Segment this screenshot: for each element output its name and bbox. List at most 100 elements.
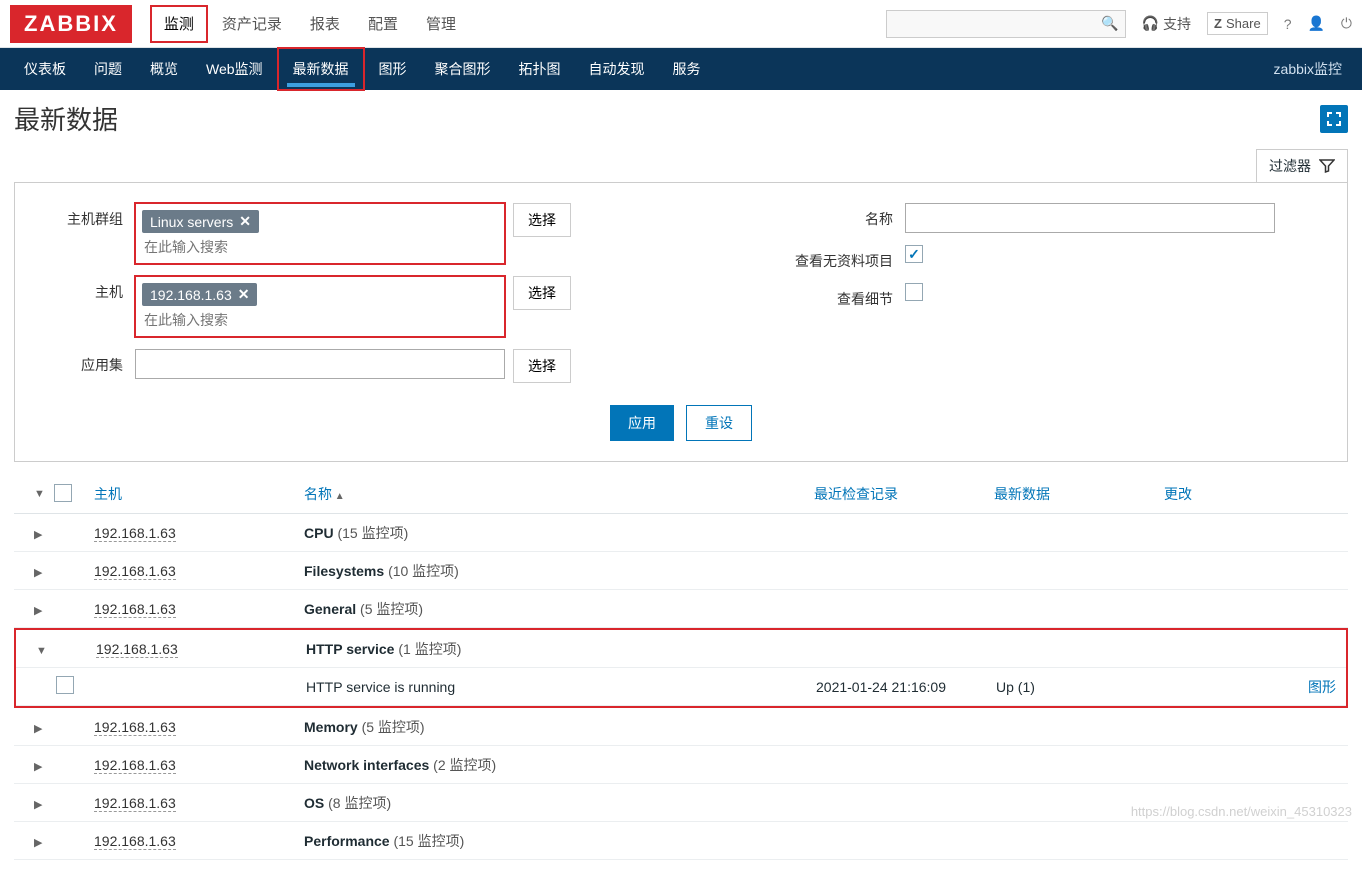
group-name: General	[304, 601, 356, 617]
hostgroup-search-input[interactable]	[140, 235, 500, 259]
th-last-check[interactable]: 最近检查记录	[814, 484, 994, 505]
table-item-row: HTTP service is running2021-01-24 21:16:…	[16, 668, 1346, 706]
search-icon[interactable]: 🔍	[1101, 15, 1118, 32]
subnav-item-6[interactable]: 聚合图形	[421, 48, 505, 90]
host-link[interactable]: 192.168.1.63	[94, 795, 176, 812]
table-group-row: ▼192.168.1.63HTTP service (1 监控项)	[16, 630, 1346, 668]
reset-button[interactable]: 重设	[686, 405, 752, 441]
host-link[interactable]: 192.168.1.63	[96, 641, 178, 658]
apply-button[interactable]: 应用	[610, 405, 674, 441]
host-tag[interactable]: 192.168.1.63 ✕	[142, 283, 257, 306]
table-group-row: ▶ 192.168.1.63 CPU (15 监控项)	[14, 514, 1348, 552]
expand-icon[interactable]: ▶	[24, 761, 42, 773]
app-select-button[interactable]: 选择	[513, 349, 571, 383]
subnav-item-8[interactable]: 自动发现	[575, 48, 659, 90]
host-link[interactable]: 192.168.1.63	[94, 833, 176, 850]
name-input[interactable]	[905, 203, 1275, 233]
subnav-item-4[interactable]: 最新数据	[277, 47, 365, 91]
host-link[interactable]: 192.168.1.63	[94, 601, 176, 618]
hostgroup-select-button[interactable]: 选择	[513, 203, 571, 237]
th-host[interactable]: 主机	[94, 484, 304, 505]
host-link[interactable]: 192.168.1.63	[94, 719, 176, 736]
subnav-item-0[interactable]: 仪表板	[10, 48, 80, 90]
share-icon: Z	[1214, 16, 1222, 31]
subnav-item-2[interactable]: 概览	[136, 48, 192, 90]
show-detail-label: 查看细节	[765, 283, 905, 309]
th-latest-data[interactable]: 最新数据	[994, 484, 1164, 505]
host-label: 主机	[45, 276, 135, 302]
top-tab-4[interactable]: 管理	[412, 0, 470, 47]
table-group-row: ▶192.168.1.63OS (8 监控项)	[14, 784, 1348, 822]
share-button[interactable]: Z Share	[1207, 12, 1268, 35]
th-name[interactable]: 名称	[304, 484, 814, 505]
group-name: Memory	[304, 719, 358, 735]
fullscreen-button[interactable]	[1320, 105, 1348, 133]
hostgroup-tag[interactable]: Linux servers ✕	[142, 210, 259, 233]
expand-icon[interactable]: ▶	[24, 837, 42, 849]
host-link[interactable]: 192.168.1.63	[94, 563, 176, 580]
item-latest-data: Up (1)	[996, 679, 1166, 695]
select-all-checkbox[interactable]	[54, 484, 72, 502]
group-name: Filesystems	[304, 563, 384, 579]
host-select-button[interactable]: 选择	[513, 276, 571, 310]
expand-icon[interactable]: ▶	[24, 529, 42, 541]
table-group-row: ▶192.168.1.63Memory (5 监控项)	[14, 708, 1348, 746]
group-count: (15 监控项)	[393, 833, 464, 849]
headset-icon: 🎧	[1142, 15, 1159, 32]
host-multiselect[interactable]: 192.168.1.63 ✕	[135, 276, 505, 337]
expand-icon[interactable]: ▶	[24, 723, 42, 735]
host-link[interactable]: 192.168.1.63	[94, 757, 176, 774]
show-empty-checkbox[interactable]	[905, 245, 923, 263]
support-link[interactable]: 🎧 支持	[1142, 14, 1191, 34]
search-input[interactable]	[893, 16, 1102, 31]
group-count: (10 监控项)	[388, 563, 459, 579]
global-search[interactable]: 🔍	[886, 10, 1126, 38]
group-name: Performance	[304, 833, 390, 849]
table-group-row: ▶ 192.168.1.63 Filesystems (10 监控项)	[14, 552, 1348, 590]
top-tab-3[interactable]: 配置	[354, 0, 412, 47]
top-tab-0[interactable]: 监测	[150, 5, 208, 43]
subnav-item-3[interactable]: Web监测	[192, 48, 277, 90]
expand-icon[interactable]: ▶	[24, 567, 42, 579]
subnav-item-7[interactable]: 拓扑图	[505, 48, 575, 90]
power-icon[interactable]: ⏻	[1341, 15, 1352, 32]
expand-icon[interactable]: ▶	[24, 605, 42, 617]
table-group-row: ▶ 192.168.1.63 Performance (15 监控项)	[14, 822, 1348, 860]
data-table: ▼ 主机 名称 最近检查记录 最新数据 更改 ▶ 192.168.1.63 CPU …	[14, 476, 1348, 860]
funnel-icon	[1319, 158, 1335, 174]
group-count: (15 监控项)	[337, 525, 408, 541]
collapse-all-icon[interactable]: ▼	[24, 488, 45, 500]
user-icon[interactable]: 👤	[1307, 15, 1324, 32]
topbar: ZABBIX 监测资产记录报表配置管理 🔍 🎧 支持 Z Share ? 👤 ⏻	[0, 0, 1362, 48]
subnav-item-1[interactable]: 问题	[80, 48, 136, 90]
group-name: CPU	[304, 525, 334, 541]
app-input[interactable]	[135, 349, 505, 379]
logo: ZABBIX	[10, 5, 132, 43]
subnav-item-5[interactable]: 图形	[365, 48, 421, 90]
expand-icon	[1326, 111, 1342, 127]
table-header: ▼ 主机 名称 最近检查记录 最新数据 更改	[14, 476, 1348, 514]
remove-tag-icon[interactable]: ✕	[238, 286, 250, 303]
help-icon[interactable]: ?	[1284, 16, 1292, 32]
hostgroup-multiselect[interactable]: Linux servers ✕	[135, 203, 505, 264]
page-header: 最新数据	[14, 100, 1348, 137]
top-tab-2[interactable]: 报表	[296, 0, 354, 47]
filter-toggle[interactable]: 过滤器	[1256, 149, 1348, 182]
item-graph-link[interactable]: 图形	[1308, 679, 1336, 695]
group-count: (8 监控项)	[328, 795, 391, 811]
host-link[interactable]: 192.168.1.63	[94, 525, 176, 542]
expand-icon[interactable]: ▶	[24, 799, 42, 811]
remove-tag-icon[interactable]: ✕	[239, 213, 251, 230]
th-change[interactable]: 更改	[1164, 484, 1294, 505]
app-label: 应用集	[45, 349, 135, 375]
group-count: (2 监控项)	[433, 757, 496, 773]
top-tab-1[interactable]: 资产记录	[208, 0, 296, 47]
subnav-breadcrumb[interactable]: zabbix监控	[1274, 59, 1352, 79]
show-empty-label: 查看无资料项目	[765, 245, 905, 271]
expand-icon[interactable]: ▼	[26, 645, 47, 657]
host-search-input[interactable]	[140, 308, 500, 332]
show-detail-checkbox[interactable]	[905, 283, 923, 301]
row-checkbox[interactable]	[56, 676, 74, 694]
subnav-item-9[interactable]: 服务	[659, 48, 715, 90]
filter-tab-row: 过滤器	[14, 149, 1348, 182]
